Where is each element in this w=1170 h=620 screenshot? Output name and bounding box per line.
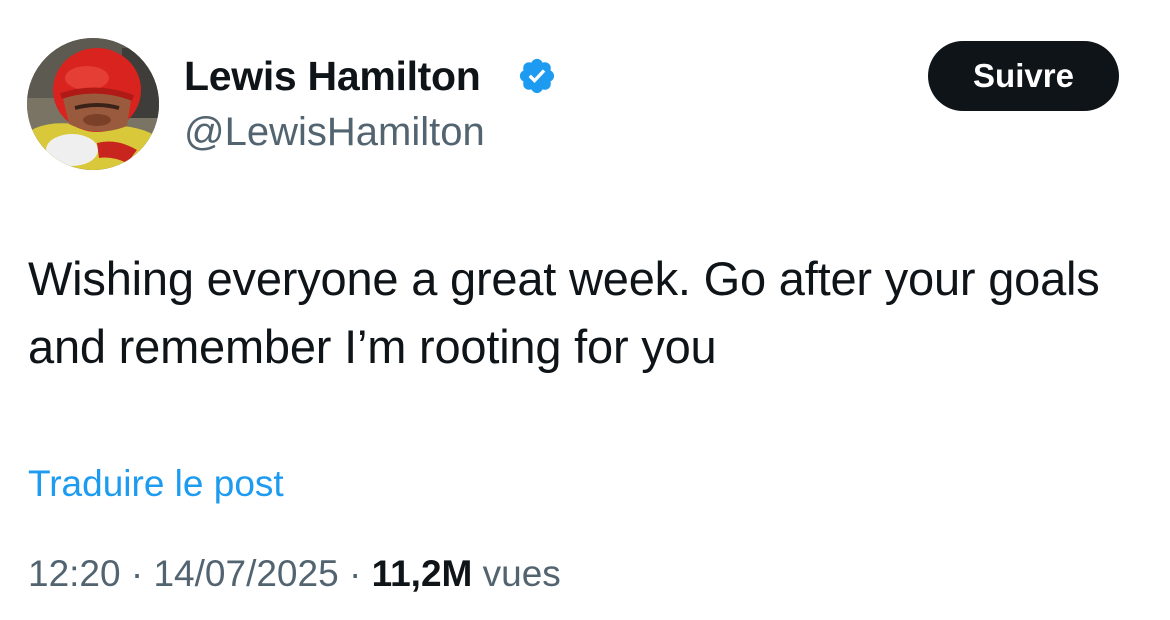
tweet-text: Wishing everyone a great week. Go after … (28, 252, 1100, 373)
tweet-date[interactable]: 14/07/2025 (153, 553, 338, 594)
author-display-name[interactable]: Lewis Hamilton (184, 52, 481, 100)
views-count[interactable]: 11,2M (372, 553, 473, 594)
tweet-meta: 12:20 · 14/07/2025 · 11,2M vues (28, 550, 561, 598)
author-handle[interactable]: @LewisHamilton (184, 108, 485, 156)
avatar-photo (27, 38, 159, 170)
meta-separator: · (130, 553, 144, 594)
views-label: vues (482, 553, 561, 594)
tweet-time[interactable]: 12:20 (28, 553, 121, 594)
verified-badge-icon[interactable] (517, 56, 557, 96)
translate-post-link[interactable]: Traduire le post (28, 461, 284, 507)
meta-separator: · (348, 553, 362, 594)
avatar[interactable] (27, 38, 159, 170)
follow-button[interactable]: Suivre (928, 41, 1119, 111)
